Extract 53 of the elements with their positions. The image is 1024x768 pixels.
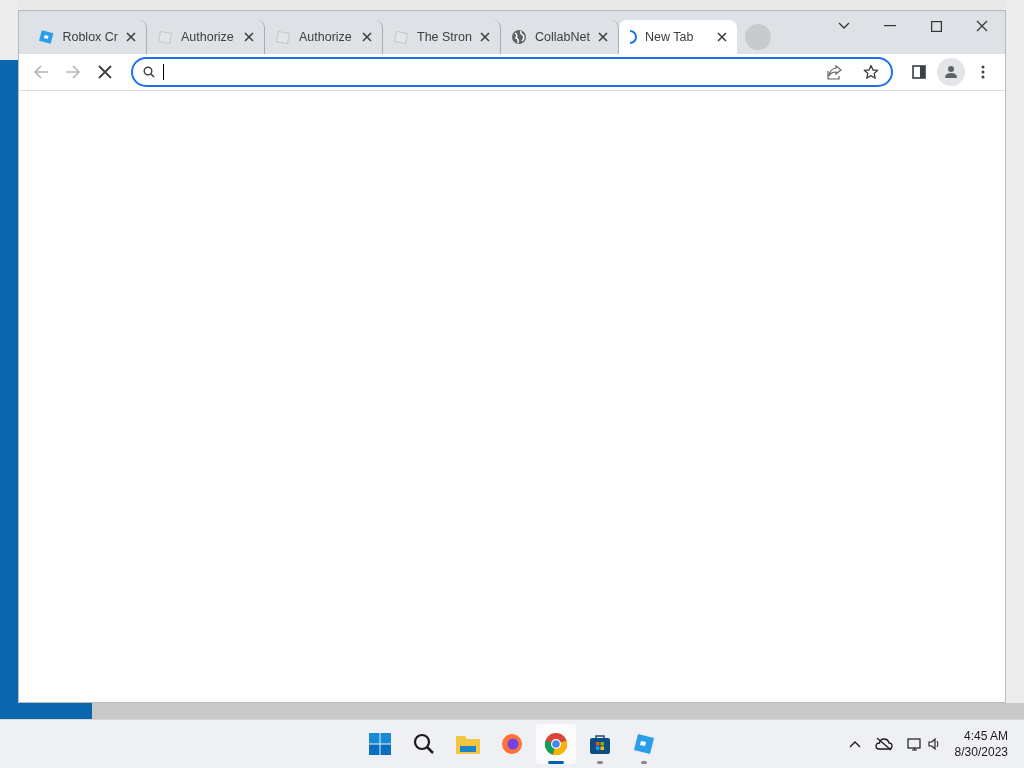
back-arrow-icon xyxy=(33,64,49,80)
close-icon[interactable] xyxy=(362,32,372,42)
loading-spinner-icon xyxy=(629,30,637,44)
windows-logo-icon xyxy=(369,733,391,755)
forward-arrow-icon xyxy=(65,64,81,80)
close-icon[interactable] xyxy=(244,32,254,42)
chevron-down-icon xyxy=(838,22,850,30)
close-icon xyxy=(976,20,988,32)
globe-icon xyxy=(511,29,527,45)
chevron-up-icon[interactable] xyxy=(848,740,861,748)
tab-title: Authorize xyxy=(181,30,235,44)
maximize-icon xyxy=(930,20,942,32)
tab-title: Roblox Cr xyxy=(62,30,118,44)
tab-title: Authorize xyxy=(299,30,353,44)
clock[interactable]: 4:45 AM 8/30/2023 xyxy=(954,728,1008,760)
tab-title: CollabNet xyxy=(535,30,590,44)
page-icon xyxy=(275,29,291,45)
close-icon[interactable] xyxy=(480,32,490,42)
close-icon[interactable] xyxy=(598,32,608,42)
share-icon xyxy=(827,64,843,80)
clock-date: 8/30/2023 xyxy=(954,744,1008,760)
tab-title: The Stron xyxy=(417,30,472,44)
chrome-icon xyxy=(544,732,568,756)
page-icon xyxy=(393,29,409,45)
close-icon[interactable] xyxy=(717,32,727,42)
roblox-icon xyxy=(633,733,655,755)
folder-icon xyxy=(456,734,480,754)
page-icon xyxy=(157,29,173,45)
browser-tab[interactable]: The Stron xyxy=(383,20,501,54)
search-icon xyxy=(143,66,155,78)
browser-tab[interactable]: Authorize xyxy=(265,20,383,54)
browser-tab[interactable]: CollabNet xyxy=(501,20,619,54)
close-icon[interactable] xyxy=(126,32,136,42)
taskbar-app[interactable] xyxy=(536,724,576,764)
firefox-icon xyxy=(501,733,523,755)
person-icon xyxy=(944,65,958,79)
cloud-off-icon[interactable] xyxy=(874,737,893,751)
menu-icon xyxy=(981,65,985,79)
star-icon xyxy=(863,64,879,80)
minimize-icon xyxy=(884,25,896,27)
close-icon xyxy=(98,65,112,79)
clock-time: 4:45 AM xyxy=(963,728,1008,744)
profile-button[interactable] xyxy=(937,58,965,86)
browser-tab[interactable]: New Tab xyxy=(619,20,737,54)
browser-tab[interactable]: Roblox Cr xyxy=(29,20,147,54)
tab-title: New Tab xyxy=(645,30,695,44)
browser-tab[interactable]: Authorize xyxy=(147,20,265,54)
side-panel-icon xyxy=(912,65,926,79)
roblox-icon xyxy=(39,29,55,45)
store-bag-icon xyxy=(589,733,611,755)
search-icon xyxy=(413,733,435,755)
network-volume-icon[interactable] xyxy=(906,736,941,752)
address-bar[interactable] xyxy=(131,57,893,87)
